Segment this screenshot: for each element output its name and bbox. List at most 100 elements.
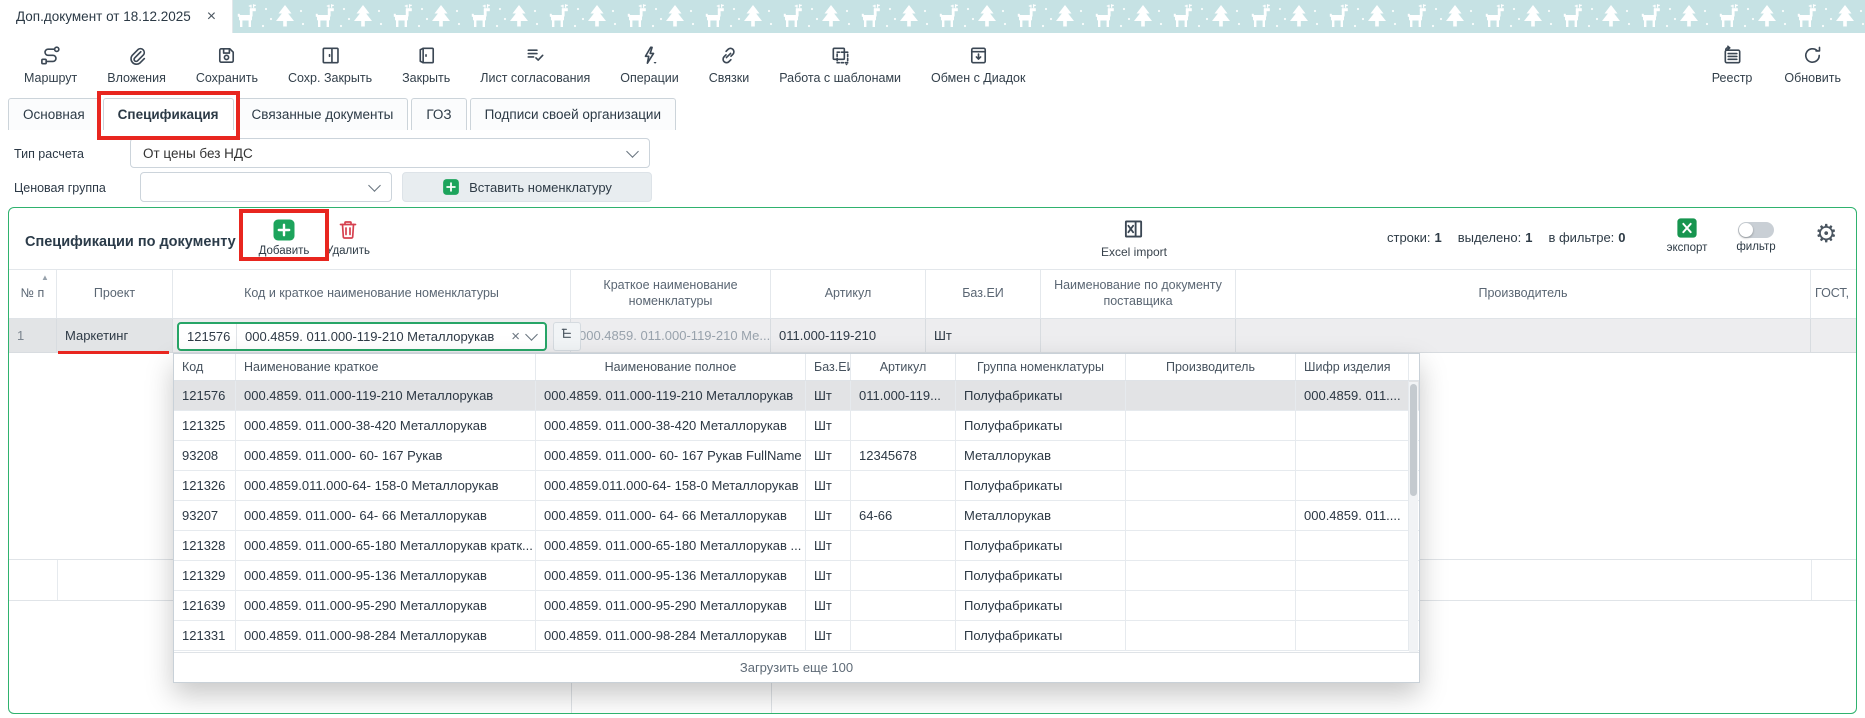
dropdown-row[interactable]: 93207 000.4859. 011.000- 64- 66 Металлор… [174, 501, 1419, 531]
toggle-knob [1739, 223, 1753, 237]
insert-nomenclature-label: Вставить номенклатуру [469, 180, 612, 195]
view-tab-label: Основная [23, 107, 85, 122]
sort-ascending-icon[interactable]: ▲ [41, 273, 49, 282]
toolbar-button[interactable]: Сохранить [196, 44, 258, 85]
toolbar-button[interactable]: Реестр [1712, 44, 1753, 85]
column-header-label: Артикул [825, 286, 872, 302]
panel-title: Спецификации по документу [25, 234, 236, 250]
toolbar-button[interactable]: Маршрут [24, 44, 77, 85]
dropdown-cell-full-name: 000.4859. 011.000-95-290 Металлорукав [536, 591, 806, 620]
toolbar-button[interactable]: Лист согласования [480, 44, 590, 85]
dropdown-row[interactable]: 121331 000.4859. 011.000-98-284 Металлор… [174, 621, 1419, 651]
view-tab[interactable]: Основная [8, 98, 100, 130]
excel-import-button[interactable]: Excel import [1097, 216, 1171, 259]
dropdown-cell-manufacturer [1126, 471, 1296, 500]
reindeer-tree-pattern [311, 2, 389, 33]
toolbar-button[interactable]: Сохр. Закрыть [288, 44, 372, 85]
column-header[interactable]: Артикул [771, 270, 926, 318]
nomenclature-name-field[interactable]: 000.4859. 011.000-119-210 Металлорукав [237, 329, 504, 344]
dropdown-row[interactable]: 121328 000.4859. 011.000-65-180 Металлор… [174, 531, 1419, 561]
column-header[interactable]: № п [9, 270, 57, 318]
toolbar-button[interactable]: Операции [620, 44, 678, 85]
dropdown-column-header[interactable]: Группа номенклатуры [956, 354, 1126, 380]
column-header[interactable]: ГОСТ, [1811, 270, 1857, 318]
column-header[interactable]: Краткое наименование номенклатуры [571, 270, 771, 318]
gost-cell[interactable] [1811, 319, 1857, 352]
export-button[interactable]: экспорт [1661, 217, 1713, 254]
nomenclature-code-field[interactable]: 121576 [179, 324, 237, 349]
toolbar-button-label: Операции [620, 71, 678, 85]
column-header-label: Баз.ЕИ [962, 286, 1004, 302]
toolbar-button[interactable]: Обмен с Диадок [931, 44, 1025, 85]
view-tab[interactable]: ГОЗ [411, 98, 466, 130]
dropdown-cell-code: 121329 [174, 561, 236, 590]
dropdown-row[interactable]: 121329 000.4859. 011.000-95-136 Металлор… [174, 561, 1419, 591]
dropdown-cell-cipher [1296, 531, 1409, 560]
reindeer-tree-pattern [1013, 2, 1091, 33]
dropdown-row[interactable]: 121325 000.4859. 011.000-38-420 Металлор… [174, 411, 1419, 441]
dropdown-column-header[interactable]: Баз.ЕИ [806, 354, 851, 380]
chevron-down-icon[interactable] [525, 328, 538, 341]
dropdown-cell-group: Полуфабрикаты [956, 471, 1126, 500]
view-tab[interactable]: Связанные документы [237, 98, 409, 130]
load-more-button[interactable]: Загрузить еще 100 [174, 652, 1419, 682]
column-header[interactable]: Код и краткое наименование номенклатуры [173, 270, 571, 318]
hierarchy-picker-button[interactable] [553, 322, 581, 351]
dropdown-cell-article [851, 411, 956, 440]
dropdown-column-header[interactable]: Наименование полное [536, 354, 806, 380]
project-cell[interactable]: Маркетинг [57, 319, 173, 352]
dropdown-column-header[interactable]: Шифр изделия [1296, 354, 1409, 380]
dropdown-scrollbar[interactable] [1409, 382, 1418, 652]
nomenclature-editor[interactable]: 121576 000.4859. 011.000-119-210 Металло… [177, 322, 547, 351]
calc-type-select[interactable]: От цены без НДС [130, 138, 650, 168]
dropdown-column-header[interactable]: Код [174, 354, 236, 380]
clear-icon[interactable]: × [504, 329, 527, 344]
close-icon[interactable]: × [207, 9, 216, 25]
dropdown-cell-full-name: 000.4859. 011.000-119-210 Металлорукав [536, 381, 806, 410]
close-door-icon [415, 44, 438, 67]
delete-row-button[interactable]: Удалить [319, 218, 377, 257]
toolbar-button-label: Маршрут [24, 71, 77, 85]
dropdown-cell-unit: Шт [806, 411, 851, 440]
manufacturer-cell[interactable] [1236, 319, 1811, 352]
dropdown-row[interactable]: 121639 000.4859. 011.000-95-290 Металлор… [174, 591, 1419, 621]
add-row-button[interactable]: Добавить [251, 218, 317, 257]
view-tab[interactable]: Спецификация [103, 98, 234, 130]
dropdown-row[interactable]: 121326 000.4859.011.000-64- 158-0 Металл… [174, 471, 1419, 501]
approval-list-icon [524, 44, 547, 67]
dropdown-cell-code: 121639 [174, 591, 236, 620]
dropdown-row[interactable]: 121576 000.4859. 011.000-119-210 Металло… [174, 381, 1419, 411]
toolbar-button[interactable]: Обновить [1784, 44, 1841, 85]
diadoc-icon [967, 44, 990, 67]
gear-icon[interactable]: ⚙ [1815, 222, 1837, 247]
column-header[interactable]: Производитель [1236, 270, 1811, 318]
toolbar-button[interactable]: Закрыть [402, 44, 450, 85]
article-cell[interactable]: 011.000-119-210 [771, 319, 926, 352]
stat-item: в фильтре:0 [1548, 230, 1625, 245]
toolbar-button[interactable]: Работа с шаблонами [779, 44, 901, 85]
column-header[interactable]: Баз.ЕИ [926, 270, 1041, 318]
filter-toggle[interactable] [1738, 222, 1774, 238]
stat-value: 1 [1434, 230, 1441, 245]
scrollbar-thumb[interactable] [1410, 384, 1417, 496]
dropdown-column-header[interactable]: Артикул [851, 354, 956, 380]
price-group-select[interactable] [140, 172, 392, 202]
insert-nomenclature-button[interactable]: Вставить номенклатуру [402, 172, 652, 202]
dropdown-cell-short-name: 000.4859. 011.000-98-284 Металлорукав [236, 621, 536, 650]
column-header[interactable]: Проект [57, 270, 173, 318]
toolbar-button[interactable]: Вложения [107, 44, 166, 85]
dropdown-row[interactable]: 93208 000.4859. 011.000- 60- 167 Рукав 0… [174, 441, 1419, 471]
unit-cell[interactable]: Шт [926, 319, 1041, 352]
dropdown-cell-group: Полуфабрикаты [956, 591, 1126, 620]
supplier-name-cell[interactable] [1041, 319, 1236, 352]
toolbar-button[interactable]: Связки [709, 44, 749, 85]
column-header[interactable]: Наименование по документу поставщика [1041, 270, 1236, 318]
dropdown-column-header[interactable]: Наименование краткое [236, 354, 536, 380]
dropdown-cell-short-name: 000.4859. 011.000-95-136 Металлорукав [236, 561, 536, 590]
view-tab[interactable]: Подписи своей организации [470, 98, 676, 130]
dropdown-column-header[interactable]: Производитель [1126, 354, 1296, 380]
document-tab[interactable]: Доп.документ от 18.12.2025 × [0, 0, 233, 33]
dropdown-cell-group: Полуфабрикаты [956, 411, 1126, 440]
filter-toggle-button[interactable]: фильтр [1725, 219, 1787, 253]
dropdown-header: Код Наименование краткое Наименование по… [174, 354, 1419, 381]
